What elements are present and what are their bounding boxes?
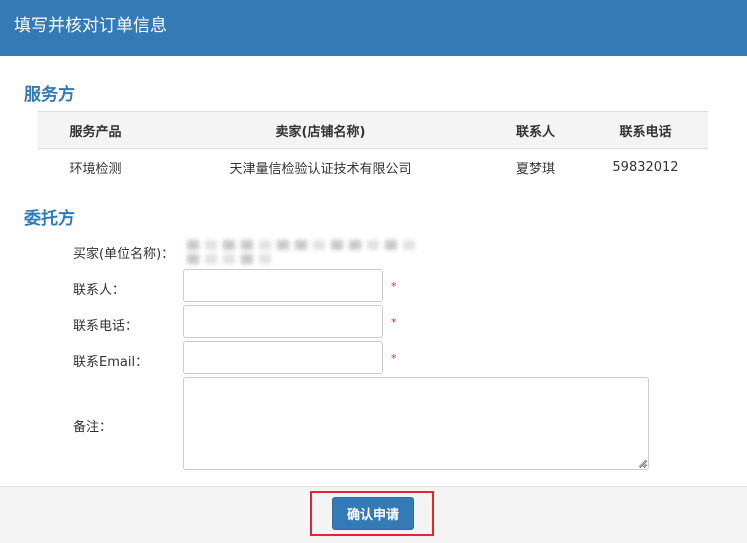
email-input[interactable]: [183, 341, 383, 374]
buyer-label: 买家(单位名称)：: [73, 247, 175, 262]
service-table: 服务产品 卖家(店铺名称) 联系人 联系电话 环境检测 天津量信检验认证技术有限…: [38, 111, 708, 187]
cell-product: 环境检测: [69, 162, 122, 178]
table-row: 环境检测 天津量信检验认证技术有限公司 夏梦琪 59832012: [38, 149, 708, 187]
notes-textarea[interactable]: [183, 377, 649, 470]
contact-required-mark: *: [391, 280, 397, 293]
col-header-product: 服务产品: [38, 111, 153, 149]
contact-label: 联系人：: [73, 283, 126, 298]
email-required-mark: *: [391, 352, 397, 365]
notes-label: 备注：: [73, 420, 113, 435]
cell-seller: 天津量信检验认证技术有限公司: [229, 162, 412, 178]
phone-required-mark: *: [391, 316, 397, 329]
dialog-header: 填写并核对订单信息: [0, 0, 747, 56]
phone-input[interactable]: [183, 305, 383, 338]
cell-contact: 夏梦琪: [515, 162, 555, 178]
dialog-title: 填写并核对订单信息: [14, 16, 167, 36]
table-header-row: 服务产品 卖家(店铺名称) 联系人 联系电话: [38, 111, 708, 149]
service-section-title: 服务方: [24, 85, 75, 105]
email-label: 联系Email：: [73, 355, 149, 370]
confirm-apply-button[interactable]: 确认申请: [332, 497, 414, 530]
buyer-value-redacted: [184, 238, 424, 266]
contact-input[interactable]: [183, 269, 383, 302]
phone-label: 联系电话：: [73, 319, 139, 334]
client-section-title: 委托方: [24, 209, 75, 229]
col-header-phone: 联系电话: [583, 111, 708, 149]
col-header-contact: 联系人: [488, 111, 583, 149]
col-header-seller: 卖家(店铺名称): [153, 111, 488, 149]
cell-phone: 59832012: [612, 160, 679, 176]
